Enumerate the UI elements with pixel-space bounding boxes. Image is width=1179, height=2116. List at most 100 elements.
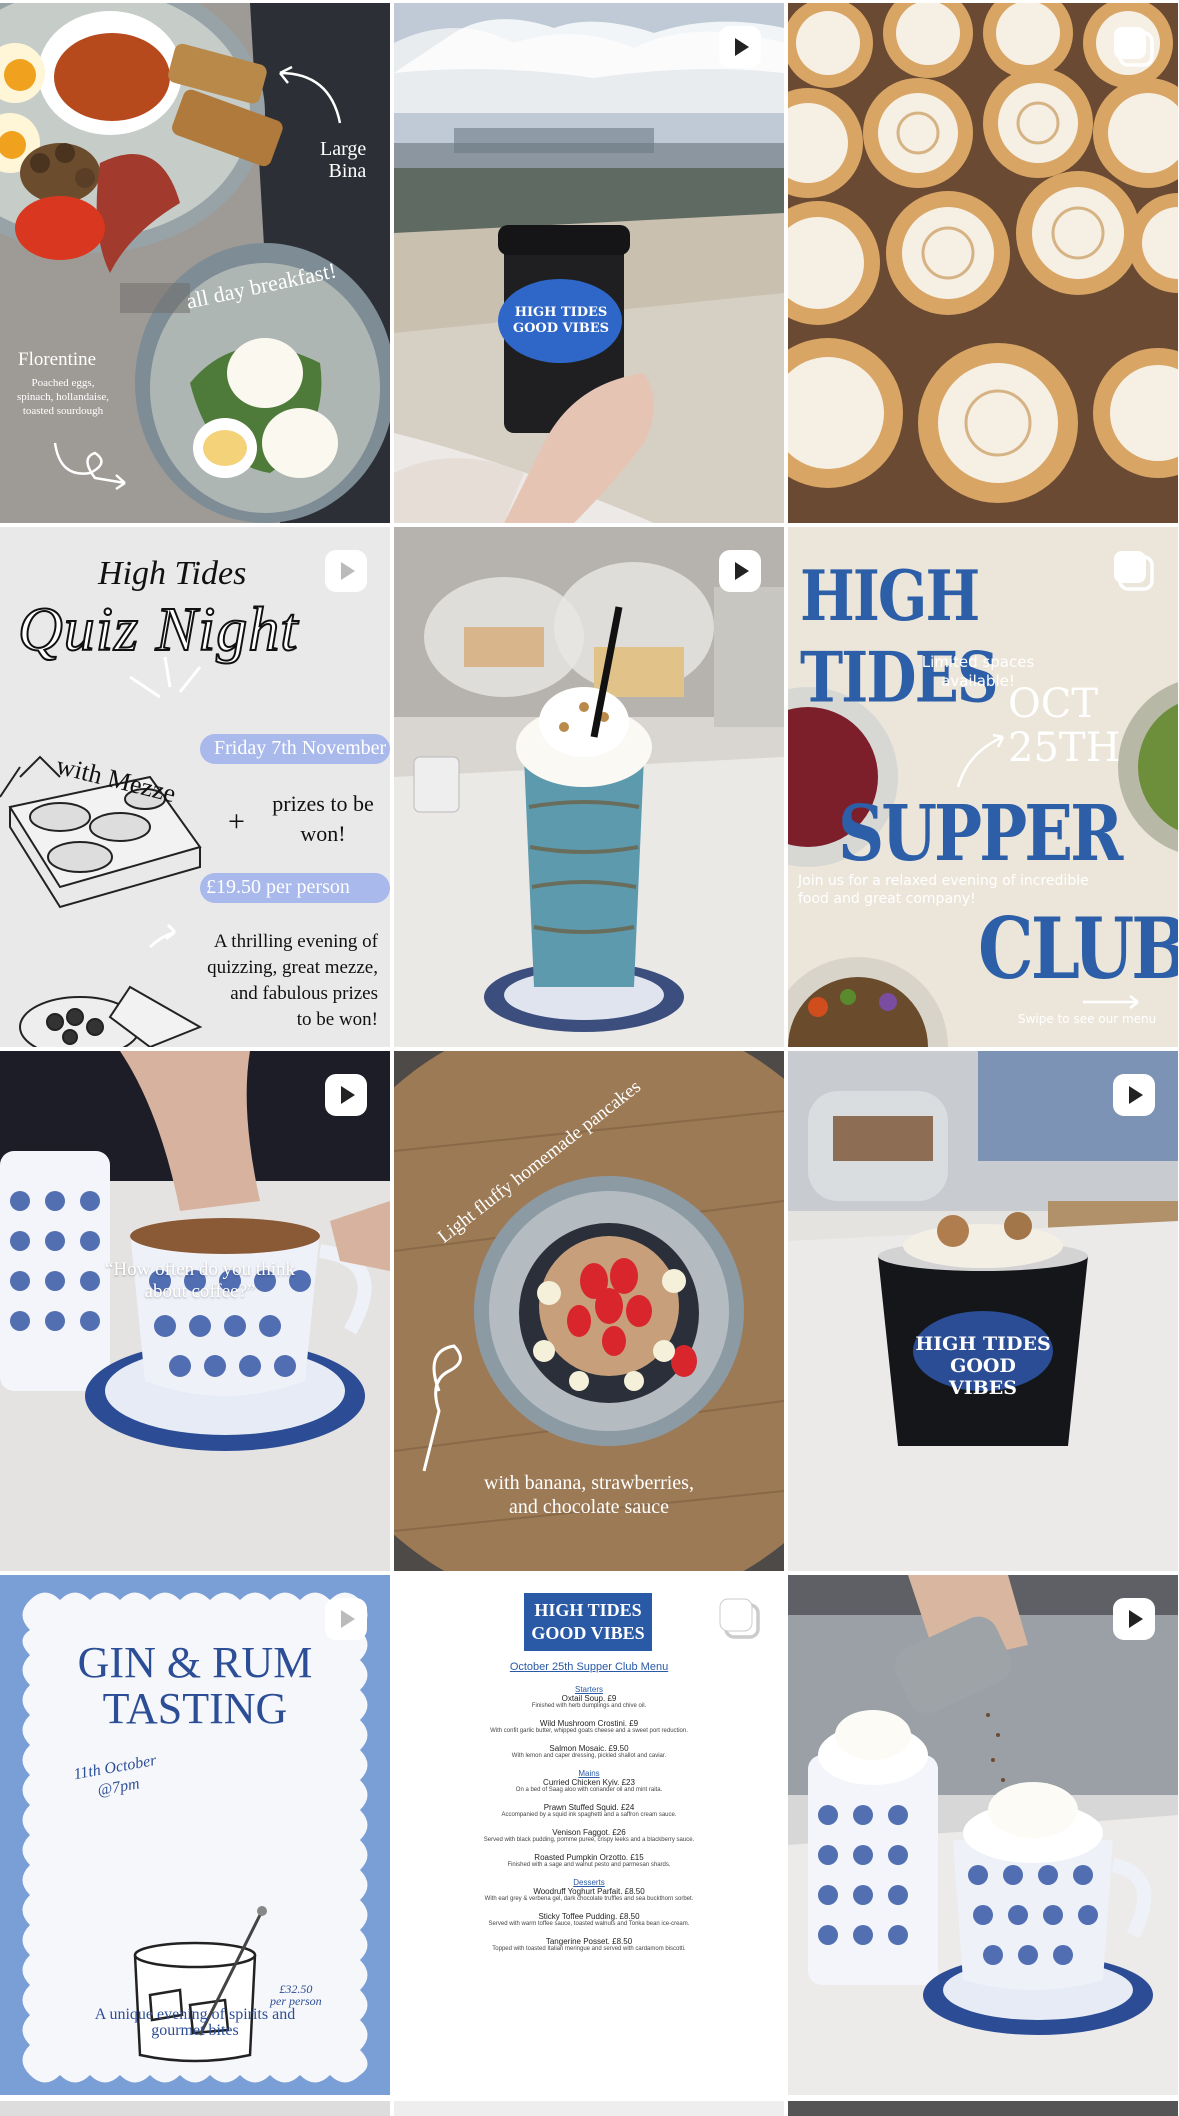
menu-item-name: Oxtail Soup. £9 (561, 1694, 617, 1703)
ice-cream-cup-photo (788, 1051, 1178, 1571)
reel-icon (322, 547, 370, 595)
menu-item-desc: On a bed of Saag aloo with coriander oil… (515, 1787, 663, 1793)
post-tile-hot-chocolate[interactable] (788, 1575, 1178, 2095)
post-tile-supper-menu[interactable]: HIGH TIDES GOOD VIBES October 25th Suppe… (394, 1575, 784, 2095)
gin-rum-title-line-2: TASTING (102, 1684, 288, 1733)
gin-rum-title: GIN & RUM TASTING (0, 1640, 390, 1732)
menu-item-name: Curried Chicken Kyiv. £23 (543, 1778, 635, 1787)
menu-item: Oxtail Soup. £9 Finished with herb dumpl… (394, 1694, 784, 1709)
menu-section-desserts: Desserts (573, 1878, 605, 1887)
coffee-cup-photo (394, 3, 784, 523)
post-tile-breakfast[interactable]: Large Bina all day breakfast! Florentine… (0, 3, 390, 523)
join-line-1: Join us for a relaxed evening of incredi… (798, 873, 1089, 889)
menu-item: Sticky Toffee Pudding. £8.50 Served with… (394, 1912, 784, 1927)
bina-label: Bina (328, 160, 367, 182)
milkshake-photo (394, 527, 784, 1047)
menu-item-desc: Finished with a sage and walnut pesto an… (507, 1862, 671, 1868)
florentine-desc-line-2: spinach, hollandaise, (17, 391, 109, 403)
menu-item-name: Roasted Pumpkin Orzotto. £15 (534, 1853, 644, 1862)
menu-item: Curried Chicken Kyiv. £23 On a bed of Sa… (394, 1778, 784, 1793)
reel-icon (322, 1071, 370, 1119)
supper-word: SUPPER (838, 789, 1123, 879)
menu-logo-text: HIGH TIDES GOOD VIBES (524, 1599, 652, 1645)
pancakes-bottom-text: with banana, strawberries, and chocolate… (394, 1471, 784, 1519)
menu-item-name: Woodruff Yoghurt Parfait. £8.50 (533, 1887, 645, 1896)
menu-item-name: Salmon Mosaic. £9.50 (549, 1744, 629, 1753)
carousel-icon (716, 1595, 764, 1643)
menu-item-desc: Accompanied by a squid ink spaghetti and… (501, 1812, 677, 1818)
menu-item: Venison Faggot. £26 Served with black pu… (394, 1828, 784, 1843)
gin-rum-title-line-1: GIN & RUM (77, 1638, 313, 1687)
post-tile-coffee-cup[interactable]: HIGH TIDES GOOD VIBES (394, 3, 784, 523)
menu-title: October 25th Supper Club Menu (509, 1661, 669, 1673)
menu-section-starters: Starters (574, 1685, 603, 1694)
menu-item-name: Tangerine Posset. £8.50 (545, 1937, 633, 1946)
post-tile-peek-2[interactable] (394, 2101, 784, 2116)
florentine-desc-line-3: toasted sourdough (22, 405, 104, 417)
breakfast-large-bina-text: Large Bina (320, 138, 366, 182)
next-row-peek (0, 2101, 1179, 2116)
gin-rum-bottom-line-1: A unique evening of spirits and (94, 2006, 296, 2023)
cup-logo-line-1: HIGH TIDES (514, 305, 608, 320)
quiz-prizes-line-1: prizes to be (272, 791, 374, 816)
supper-club-date: OCT 25TH (1008, 682, 1120, 770)
quiz-desc-line-1: A thrilling evening of (213, 931, 378, 952)
large-label: Large (320, 138, 367, 160)
menu-item-desc: With lemon and caper dressing, pickled s… (511, 1753, 667, 1759)
club-word: CLUB (978, 899, 1178, 999)
menu-logo-line-1: HIGH TIDES (534, 1600, 642, 1620)
reel-icon (716, 23, 764, 71)
post-tile-peek-1[interactable] (0, 2101, 390, 2116)
quiz-desc-line-4: to be won! (296, 1009, 378, 1030)
post-tile-milkshake[interactable] (394, 527, 784, 1047)
post-tile-gin-rum[interactable]: GIN & RUM TASTING 11th October @7pm £32.… (0, 1575, 390, 2095)
gin-rum-price: £32.50 per person (270, 1983, 322, 2007)
menu-logo-line-2: GOOD VIBES (531, 1623, 645, 1643)
menu-item: Wild Mushroom Crostini. £9 With confit g… (394, 1719, 784, 1734)
quiz-description: A thrilling evening of quizzing, great m… (207, 929, 378, 1033)
ice-cream-cup-logo-text: HIGH TIDES GOOD VIBES (913, 1333, 1053, 1399)
post-tile-quiz-night[interactable]: High Tides Quiz Night with Mezze Friday … (0, 527, 390, 1047)
post-tile-peek-3[interactable] (788, 2101, 1178, 2116)
reel-icon (716, 547, 764, 595)
menu-item-desc: With confit garlic butter, whipped goats… (490, 1728, 688, 1734)
pancakes-line-1: with banana, strawberries, (484, 1472, 694, 1494)
reel-icon (322, 1595, 370, 1643)
pancakes-line-2: and chocolate sauce (509, 1496, 669, 1518)
menu-item-desc: Served with warm toffee sauce, toasted w… (488, 1921, 690, 1927)
menu-item-desc: With earl grey & verbena gel, dark choco… (484, 1896, 694, 1902)
loop-arrow-icon (53, 442, 126, 491)
menu-item: Salmon Mosaic. £9.50 With lemon and cape… (394, 1744, 784, 1759)
post-tile-coffee-question[interactable]: “How often do you think about coffee?” (0, 1051, 390, 1571)
quiz-date-label: Friday 7th November (214, 737, 387, 759)
quiz-prizes-text: prizes to be won! (262, 789, 384, 849)
quiz-desc-line-2: quizzing, great mezze, (207, 957, 378, 978)
post-tile-meringue-tarts[interactable] (788, 3, 1178, 523)
reel-icon (1110, 1071, 1158, 1119)
menu-item-desc: Served with black pudding, pomme puree, … (483, 1837, 695, 1843)
quote-line-1: “How often do you think (105, 1259, 295, 1280)
florentine-description: Poached eggs, spinach, hollandaise, toas… (8, 376, 118, 418)
menu-section-mains: Mains (578, 1769, 600, 1778)
menu-item-name: Sticky Toffee Pudding. £8.50 (538, 1912, 640, 1921)
carousel-icon (1110, 23, 1158, 71)
ice-cup-logo-line-1: HIGH TIDES (915, 1333, 1051, 1355)
menu-body: Starters Oxtail Soup. £9 Finished with h… (394, 1679, 784, 1952)
cup-logo-text: HIGH TIDES GOOD VIBES (506, 305, 616, 337)
gin-rum-bottom-line-2: gourmet bites (151, 2022, 239, 2039)
florentine-label: Florentine (18, 349, 97, 370)
quiz-prizes-line-2: won! (300, 821, 346, 846)
limited-line-1: Limited spaces (921, 653, 1035, 671)
post-tile-supper-club[interactable]: HIGH TIDES Limited spaces available! OCT… (788, 527, 1178, 1047)
profile-posts-grid: Large Bina all day breakfast! Florentine… (0, 0, 1179, 2095)
curved-arrow-icon (279, 65, 342, 124)
carousel-icon (1110, 547, 1158, 595)
post-tile-ice-cream-cup[interactable]: HIGH TIDES GOOD VIBES (788, 1051, 1178, 1571)
coffee-question-text: “How often do you think about coffee?” (60, 1259, 340, 1303)
quote-line-2: about coffee?” (144, 1281, 256, 1302)
quiz-plus-sign: + (228, 805, 245, 838)
menu-item-desc: Topped with toasted Italian meringue and… (492, 1946, 686, 1952)
post-tile-pancakes[interactable]: Light fluffy homemade pancakes with bana… (394, 1051, 784, 1571)
menu-item-name: Venison Faggot. £26 (552, 1828, 626, 1837)
quiz-desc-line-3: and fabulous prizes (230, 983, 378, 1004)
